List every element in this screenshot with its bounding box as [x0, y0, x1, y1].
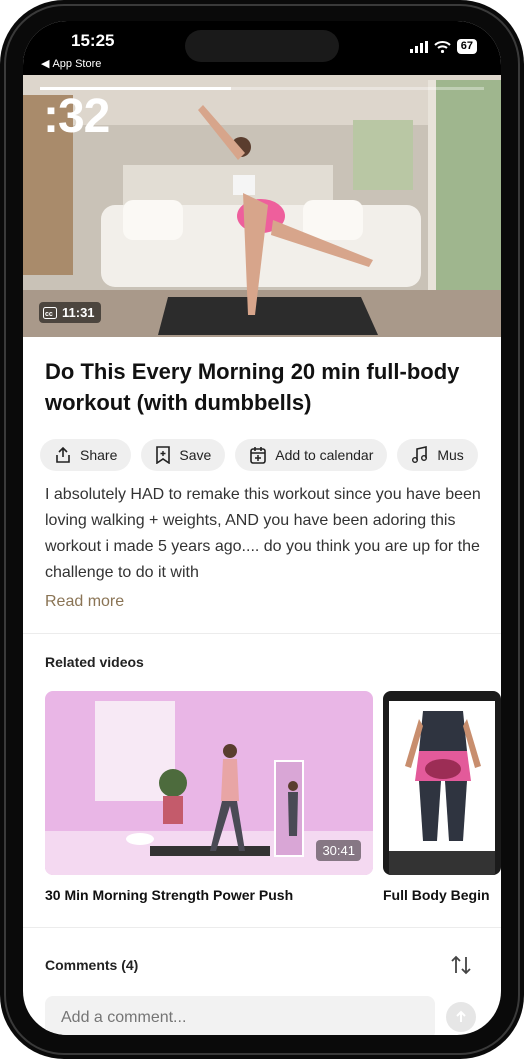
- add-comment-input[interactable]: [45, 996, 435, 1035]
- related-video-card[interactable]: 30:41: [45, 691, 373, 875]
- save-button[interactable]: Save: [141, 439, 226, 471]
- add-to-calendar-label: Add to calendar: [275, 447, 374, 463]
- dynamic-island: [185, 30, 339, 62]
- music-button[interactable]: Mus: [397, 439, 478, 471]
- share-label: Share: [80, 447, 118, 463]
- sort-icon[interactable]: [449, 953, 473, 977]
- back-to-app-store[interactable]: ◀ App Store: [41, 57, 102, 71]
- video-player[interactable]: :32 cc 11:31: [23, 75, 501, 337]
- battery-indicator: 67: [456, 39, 477, 54]
- related-video-title[interactable]: 30 Min Morning Strength Power Push: [45, 887, 293, 903]
- back-app-label: App Store: [52, 57, 102, 70]
- add-to-calendar-button[interactable]: Add to calendar: [235, 439, 388, 471]
- divider: [23, 927, 501, 928]
- send-comment-button[interactable]: [446, 1002, 476, 1032]
- wifi-icon: [434, 40, 451, 53]
- related-video-duration: 30:41: [316, 840, 361, 861]
- phone-frame: 15:25 ◀ App Store 67:32 cc 11:31 Do Thi…: [0, 0, 524, 1059]
- status-bar: 15:25 ◀ App Store 67: [23, 21, 501, 75]
- timer-countdown: :32: [43, 90, 110, 143]
- status-icons: 67: [409, 39, 477, 54]
- music-note-icon: [412, 446, 428, 463]
- video-title: Do This Every Morning 20 min full-body w…: [45, 359, 460, 415]
- svg-text:cc: cc: [45, 311, 53, 318]
- comments-heading: Comments (4): [45, 957, 139, 973]
- video-duration-text: 11:31: [62, 305, 95, 320]
- share-button[interactable]: Share: [40, 439, 132, 471]
- related-video-title-2[interactable]: Full Body Begin: [383, 887, 490, 903]
- divider: [23, 633, 501, 634]
- bookmark-icon: [156, 446, 171, 464]
- calendar-add-icon: [250, 447, 267, 464]
- signal-icon: [409, 40, 428, 53]
- video-duration-badge: cc 11:31: [39, 302, 101, 323]
- share-icon: [56, 446, 70, 463]
- save-label: Save: [179, 447, 212, 463]
- screen: 15:25 ◀ App Store 67:32 cc 11:31 Do Thi…: [23, 21, 501, 1035]
- status-time: 15:25: [71, 31, 115, 50]
- back-arrow-icon: ◀: [41, 58, 50, 70]
- action-chips: Share Save Add to calendar Mus: [40, 439, 478, 471]
- related-video-card-2[interactable]: [383, 691, 501, 875]
- read-more-link[interactable]: Read more: [45, 593, 124, 611]
- send-arrow-icon: [456, 1010, 466, 1022]
- video-description: I absolutely HAD to remake this workout …: [45, 486, 481, 581]
- closed-captions-icon: cc: [43, 306, 57, 319]
- music-label: Mus: [437, 447, 464, 463]
- related-videos-heading: Related videos: [45, 654, 144, 670]
- related-video-thumbnail-2: [383, 691, 501, 875]
